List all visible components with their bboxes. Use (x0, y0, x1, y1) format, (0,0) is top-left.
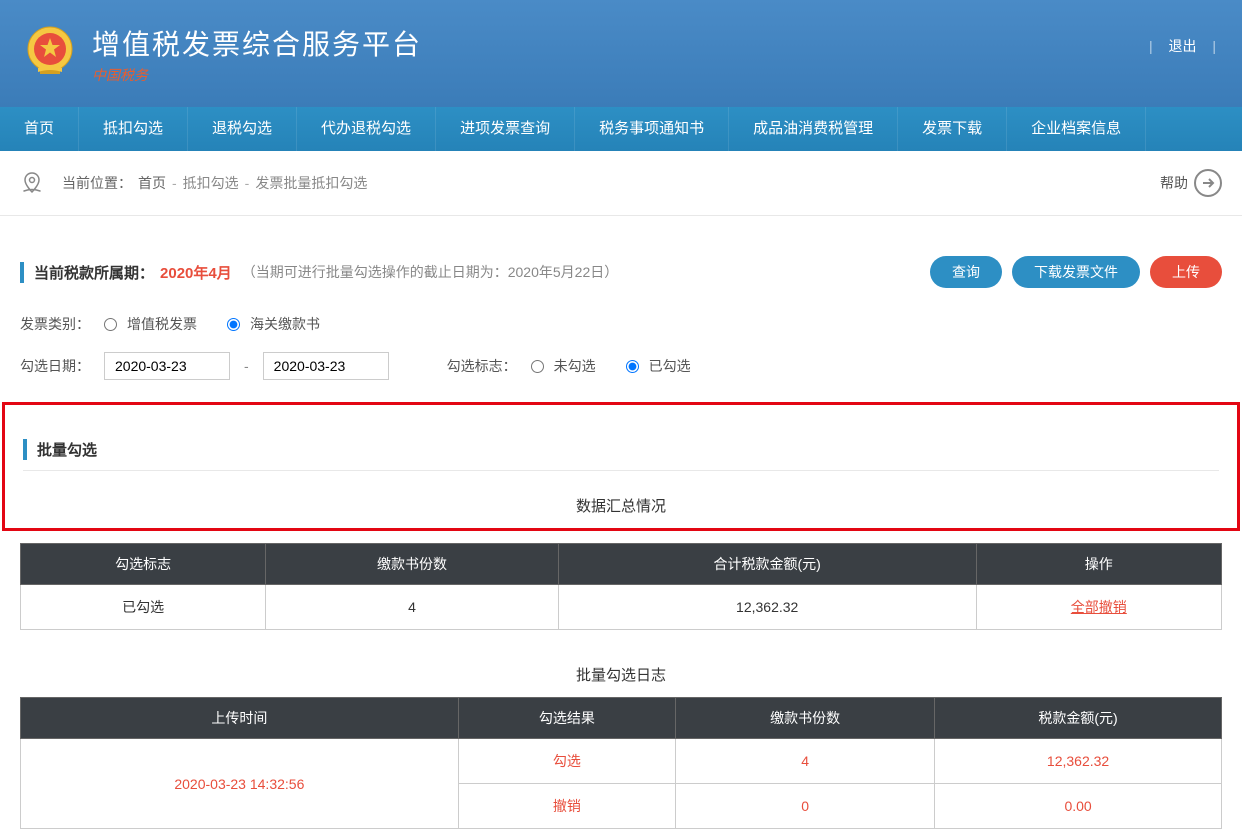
th-result: 勾选结果 (458, 698, 675, 739)
nav-oil-tax[interactable]: 成品油消费税管理 (729, 107, 898, 151)
table-row: 已勾选 4 12,362.32 全部撤销 (21, 585, 1222, 630)
cell-action: 全部撤销 (976, 585, 1221, 630)
upload-button[interactable]: 上传 (1150, 256, 1222, 288)
period-value: 2020年4月 (160, 262, 232, 283)
invoice-type-row: 发票类别： 增值税发票 海关缴款书 (20, 314, 1222, 334)
summary-caption: 数据汇总情况 (5, 495, 1237, 516)
radio-unchecked-input[interactable] (531, 360, 544, 373)
cell-result: 勾选 (458, 739, 675, 784)
batch-section: 批量勾选 数据汇总情况 (2, 402, 1240, 531)
cell-time: 2020-03-23 14:32:56 (21, 739, 459, 829)
query-button[interactable]: 查询 (930, 256, 1002, 288)
th-amount: 税款金额(元) (935, 698, 1222, 739)
nav-agent-refund[interactable]: 代办退税勾选 (297, 107, 436, 151)
nav-home[interactable]: 首页 (0, 107, 79, 151)
header-sep: | (1206, 38, 1222, 54)
date-flag-row: 勾选日期： - 勾选标志： 未勾选 已勾选 (20, 352, 1222, 380)
th-action: 操作 (976, 544, 1221, 585)
header-right: | 退出 | (1143, 36, 1222, 56)
radio-unchecked-label: 未勾选 (554, 356, 596, 376)
logo-text: 增值税发票综合服务平台 中国税务 (92, 23, 422, 85)
breadcrumb-bar: 当前位置： 首页 - 抵扣勾选 - 发票批量抵扣勾选 帮助 (0, 151, 1242, 216)
radio-checked-input[interactable] (626, 360, 639, 373)
breadcrumb-sep: - (245, 175, 250, 191)
period-row: 当前税款所属期： 2020年4月 （当期可进行批量勾选操作的截止日期为：2020… (20, 256, 1222, 296)
radio-customs-label: 海关缴款书 (250, 314, 320, 334)
date-dash: - (244, 358, 249, 374)
breadcrumb-sep: - (172, 175, 177, 191)
cell-result: 撤销 (458, 784, 675, 829)
logout-link[interactable]: 退出 (1162, 38, 1202, 54)
nav-deduct[interactable]: 抵扣勾选 (79, 107, 188, 151)
nav-download[interactable]: 发票下载 (898, 107, 1007, 151)
app-title: 增值税发票综合服务平台 (92, 23, 422, 63)
log-caption: 批量勾选日志 (20, 664, 1222, 685)
table-header-row: 勾选标志 缴款书份数 合计税款金额(元) 操作 (21, 544, 1222, 585)
period-note: （当期可进行批量勾选操作的截止日期为：2020年5月22日） (242, 262, 619, 282)
cell-count: 4 (266, 585, 558, 630)
nav-tax-notice[interactable]: 税务事项通知书 (575, 107, 729, 151)
radio-vat[interactable]: 增值税发票 (104, 314, 197, 334)
arrow-right-icon (1194, 169, 1222, 197)
date-from-input[interactable] (104, 352, 230, 380)
breadcrumb-home[interactable]: 首页 (138, 173, 166, 193)
date-label: 勾选日期： (20, 356, 90, 376)
logo-area: 增值税发票综合服务平台 中国税务 (20, 23, 422, 85)
log-table: 上传时间 勾选结果 缴款书份数 税款金额(元) 2020-03-23 14:32… (20, 697, 1222, 829)
nav-refund[interactable]: 退税勾选 (188, 107, 297, 151)
cell-amount: 12,362.32 (558, 585, 976, 630)
summary-table: 勾选标志 缴款书份数 合计税款金额(元) 操作 已勾选 4 12,362.32 … (20, 543, 1222, 630)
header-sep: | (1143, 38, 1159, 54)
cell-amount: 12,362.32 (935, 739, 1222, 784)
th-flag: 勾选标志 (21, 544, 266, 585)
cell-amount: 0.00 (935, 784, 1222, 829)
flag-label: 勾选标志： (447, 356, 517, 376)
cell-count: 4 (676, 739, 935, 784)
revoke-all-link[interactable]: 全部撤销 (1071, 599, 1127, 615)
app-subtitle: 中国税务 (92, 65, 422, 85)
radio-checked-label: 已勾选 (649, 356, 691, 376)
th-amount: 合计税款金额(元) (558, 544, 976, 585)
help-button[interactable]: 帮助 (1160, 169, 1222, 197)
breadcrumb-label: 当前位置： (62, 173, 132, 193)
download-button[interactable]: 下载发票文件 (1012, 256, 1140, 288)
radio-customs[interactable]: 海关缴款书 (227, 314, 320, 334)
app-header: 增值税发票综合服务平台 中国税务 | 退出 | (0, 0, 1242, 107)
table-header-row: 上传时间 勾选结果 缴款书份数 税款金额(元) (21, 698, 1222, 739)
location-icon (20, 171, 44, 195)
section-divider (23, 470, 1219, 471)
help-label: 帮助 (1160, 173, 1188, 193)
invoice-type-label: 发票类别： (20, 314, 90, 334)
cell-count: 0 (676, 784, 935, 829)
radio-vat-input[interactable] (104, 318, 117, 331)
batch-title: 批量勾选 (23, 439, 1237, 460)
table-row: 2020-03-23 14:32:56 勾选 4 12,362.32 (21, 739, 1222, 784)
cell-flag: 已勾选 (21, 585, 266, 630)
th-time: 上传时间 (21, 698, 459, 739)
action-buttons: 查询 下载发票文件 上传 (930, 256, 1222, 288)
main-content: 当前税款所属期： 2020年4月 （当期可进行批量勾选操作的截止日期为：2020… (0, 256, 1242, 829)
date-to-input[interactable] (263, 352, 389, 380)
breadcrumb-step2: 发票批量抵扣勾选 (255, 173, 367, 193)
th-count: 缴款书份数 (676, 698, 935, 739)
radio-customs-input[interactable] (227, 318, 240, 331)
period-label: 当前税款所属期： (20, 262, 154, 283)
radio-unchecked[interactable]: 未勾选 (531, 356, 596, 376)
nav-enterprise[interactable]: 企业档案信息 (1007, 107, 1146, 151)
radio-vat-label: 增值税发票 (127, 314, 197, 334)
nav-input-query[interactable]: 进项发票查询 (436, 107, 575, 151)
breadcrumb-step1[interactable]: 抵扣勾选 (183, 173, 239, 193)
radio-checked[interactable]: 已勾选 (626, 356, 691, 376)
emblem-icon (20, 24, 80, 84)
th-count: 缴款书份数 (266, 544, 558, 585)
main-nav: 首页 抵扣勾选 退税勾选 代办退税勾选 进项发票查询 税务事项通知书 成品油消费… (0, 107, 1242, 151)
